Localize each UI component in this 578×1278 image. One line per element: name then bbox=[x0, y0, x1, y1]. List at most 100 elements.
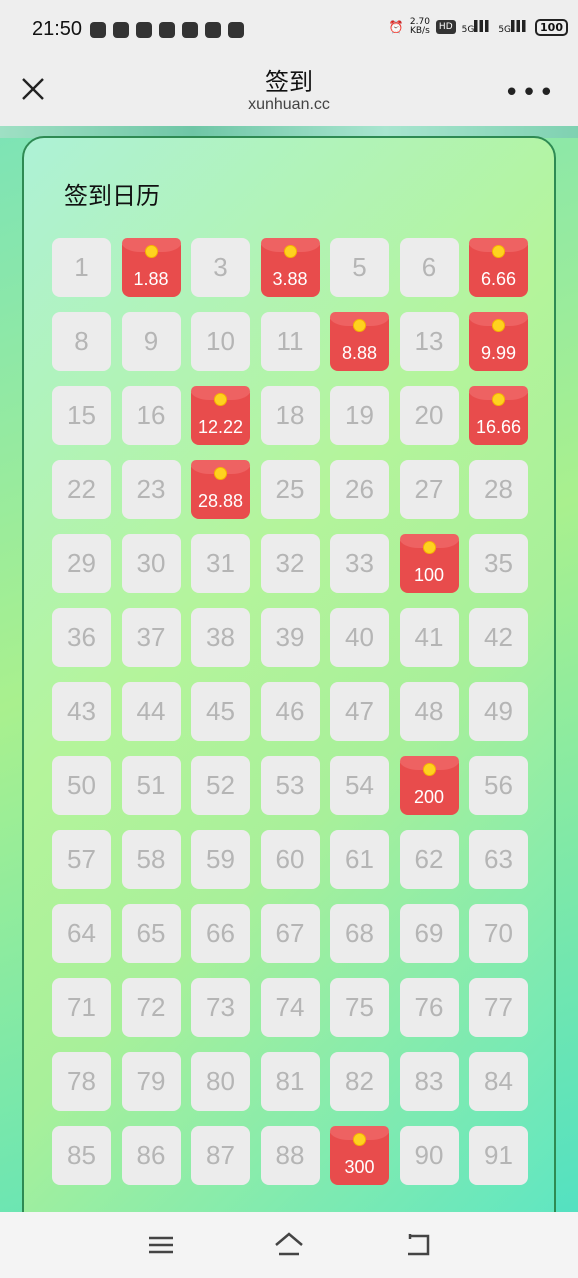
calendar-day[interactable]: 90 bbox=[399, 1126, 459, 1185]
calendar-day[interactable]: 56 bbox=[469, 756, 528, 815]
calendar-day[interactable]: 36 bbox=[52, 608, 111, 667]
calendar-day[interactable]: 81 bbox=[260, 1052, 320, 1111]
calendar-day[interactable]: 61 bbox=[330, 830, 389, 889]
calendar-day[interactable]: 52 bbox=[191, 756, 250, 815]
red-packet-day[interactable]: 6.66 bbox=[469, 238, 528, 297]
red-packet-day[interactable]: 100 bbox=[399, 534, 459, 593]
calendar-day[interactable]: 75 bbox=[330, 978, 389, 1037]
calendar-day[interactable]: 74 bbox=[260, 978, 320, 1037]
calendar-day[interactable]: 67 bbox=[260, 904, 320, 963]
calendar-day[interactable]: 71 bbox=[52, 978, 111, 1037]
calendar-day[interactable]: 30 bbox=[121, 534, 181, 593]
calendar-day[interactable]: 44 bbox=[121, 682, 181, 741]
calendar-day[interactable]: 83 bbox=[399, 1052, 459, 1111]
calendar-day[interactable]: 49 bbox=[469, 682, 528, 741]
calendar-day[interactable]: 8 bbox=[52, 312, 111, 371]
calendar-day[interactable]: 16 bbox=[121, 386, 181, 445]
calendar-day[interactable]: 70 bbox=[469, 904, 528, 963]
calendar-day[interactable]: 54 bbox=[330, 756, 389, 815]
reward-amount: 28.88 bbox=[197, 491, 244, 511]
calendar-day[interactable]: 87 bbox=[191, 1126, 250, 1185]
calendar-day[interactable]: 57 bbox=[52, 830, 111, 889]
calendar-day[interactable]: 50 bbox=[52, 756, 111, 815]
calendar-day[interactable]: 42 bbox=[469, 608, 528, 667]
menu-icon[interactable] bbox=[144, 1230, 178, 1260]
red-packet-day[interactable]: 1.88 bbox=[121, 238, 181, 297]
calendar-day[interactable]: 43 bbox=[52, 682, 111, 741]
calendar-day[interactable]: 10 bbox=[191, 312, 250, 371]
calendar-day[interactable]: 20 bbox=[399, 386, 459, 445]
calendar-day[interactable]: 59 bbox=[191, 830, 250, 889]
red-packet-day[interactable]: 3.88 bbox=[260, 238, 320, 297]
red-packet-day[interactable]: 28.88 bbox=[191, 460, 250, 519]
calendar-day[interactable]: 66 bbox=[191, 904, 250, 963]
red-packet-day[interactable]: 8.88 bbox=[330, 312, 389, 371]
calendar-day[interactable]: 51 bbox=[121, 756, 181, 815]
calendar-day[interactable]: 37 bbox=[121, 608, 181, 667]
calendar-day[interactable]: 91 bbox=[469, 1126, 528, 1185]
calendar-day[interactable]: 39 bbox=[260, 608, 320, 667]
calendar-day[interactable]: 86 bbox=[121, 1126, 181, 1185]
calendar-day[interactable]: 79 bbox=[121, 1052, 181, 1111]
calendar-day[interactable]: 29 bbox=[52, 534, 111, 593]
calendar-day[interactable]: 88 bbox=[260, 1126, 320, 1185]
more-icon[interactable]: ••• bbox=[504, 78, 556, 108]
calendar-day[interactable]: 84 bbox=[469, 1052, 528, 1111]
day-number: 28 bbox=[484, 474, 513, 504]
calendar-day[interactable]: 68 bbox=[330, 904, 389, 963]
calendar-day[interactable]: 69 bbox=[399, 904, 459, 963]
calendar-day[interactable]: 3 bbox=[191, 238, 250, 297]
calendar-day[interactable]: 1 bbox=[52, 238, 111, 297]
calendar-day[interactable]: 5 bbox=[330, 238, 389, 297]
calendar-day[interactable]: 19 bbox=[330, 386, 389, 445]
calendar-day[interactable]: 35 bbox=[469, 534, 528, 593]
calendar-day[interactable]: 76 bbox=[399, 978, 459, 1037]
calendar-day[interactable]: 62 bbox=[399, 830, 459, 889]
day-number: 1 bbox=[74, 252, 89, 282]
calendar-day[interactable]: 9 bbox=[121, 312, 181, 371]
calendar-day[interactable]: 73 bbox=[191, 978, 250, 1037]
calendar-day[interactable]: 22 bbox=[52, 460, 111, 519]
day-number: 43 bbox=[67, 696, 96, 726]
calendar-day[interactable]: 85 bbox=[52, 1126, 111, 1185]
back-icon[interactable] bbox=[400, 1230, 434, 1260]
red-packet-day[interactable]: 16.66 bbox=[469, 386, 528, 445]
calendar-day[interactable]: 11 bbox=[260, 312, 320, 371]
calendar-day[interactable]: 33 bbox=[330, 534, 389, 593]
calendar-day[interactable]: 6 bbox=[399, 238, 459, 297]
calendar-day[interactable]: 63 bbox=[469, 830, 528, 889]
calendar-day[interactable]: 18 bbox=[260, 386, 320, 445]
calendar-day[interactable]: 46 bbox=[260, 682, 320, 741]
calendar-day[interactable]: 28 bbox=[469, 460, 528, 519]
home-icon[interactable] bbox=[272, 1230, 306, 1260]
calendar-day[interactable]: 27 bbox=[399, 460, 459, 519]
calendar-day[interactable]: 53 bbox=[260, 756, 320, 815]
calendar-day[interactable]: 65 bbox=[121, 904, 181, 963]
calendar-day[interactable]: 13 bbox=[399, 312, 459, 371]
calendar-day[interactable]: 25 bbox=[260, 460, 320, 519]
red-packet-day[interactable]: 200 bbox=[399, 756, 459, 815]
calendar-day[interactable]: 32 bbox=[260, 534, 320, 593]
calendar-day[interactable]: 41 bbox=[399, 608, 459, 667]
red-packet-day[interactable]: 9.99 bbox=[469, 312, 528, 371]
calendar-day[interactable]: 58 bbox=[121, 830, 181, 889]
calendar-day[interactable]: 78 bbox=[52, 1052, 111, 1111]
calendar-day[interactable]: 80 bbox=[191, 1052, 250, 1111]
red-packet-day[interactable]: 300 bbox=[330, 1126, 389, 1185]
calendar-day[interactable]: 38 bbox=[191, 608, 250, 667]
calendar-day[interactable]: 26 bbox=[330, 460, 389, 519]
calendar-day[interactable]: 47 bbox=[330, 682, 389, 741]
calendar-day[interactable]: 72 bbox=[121, 978, 181, 1037]
red-packet-day[interactable]: 12.22 bbox=[191, 386, 250, 445]
calendar-day[interactable]: 48 bbox=[399, 682, 459, 741]
calendar-day[interactable]: 31 bbox=[191, 534, 250, 593]
calendar-day[interactable]: 60 bbox=[260, 830, 320, 889]
calendar-day[interactable]: 45 bbox=[191, 682, 250, 741]
coin-icon bbox=[423, 542, 435, 553]
calendar-day[interactable]: 23 bbox=[121, 460, 181, 519]
calendar-day[interactable]: 82 bbox=[330, 1052, 389, 1111]
calendar-day[interactable]: 77 bbox=[469, 978, 528, 1037]
calendar-day[interactable]: 64 bbox=[52, 904, 111, 963]
calendar-day[interactable]: 15 bbox=[52, 386, 111, 445]
calendar-day[interactable]: 40 bbox=[330, 608, 389, 667]
